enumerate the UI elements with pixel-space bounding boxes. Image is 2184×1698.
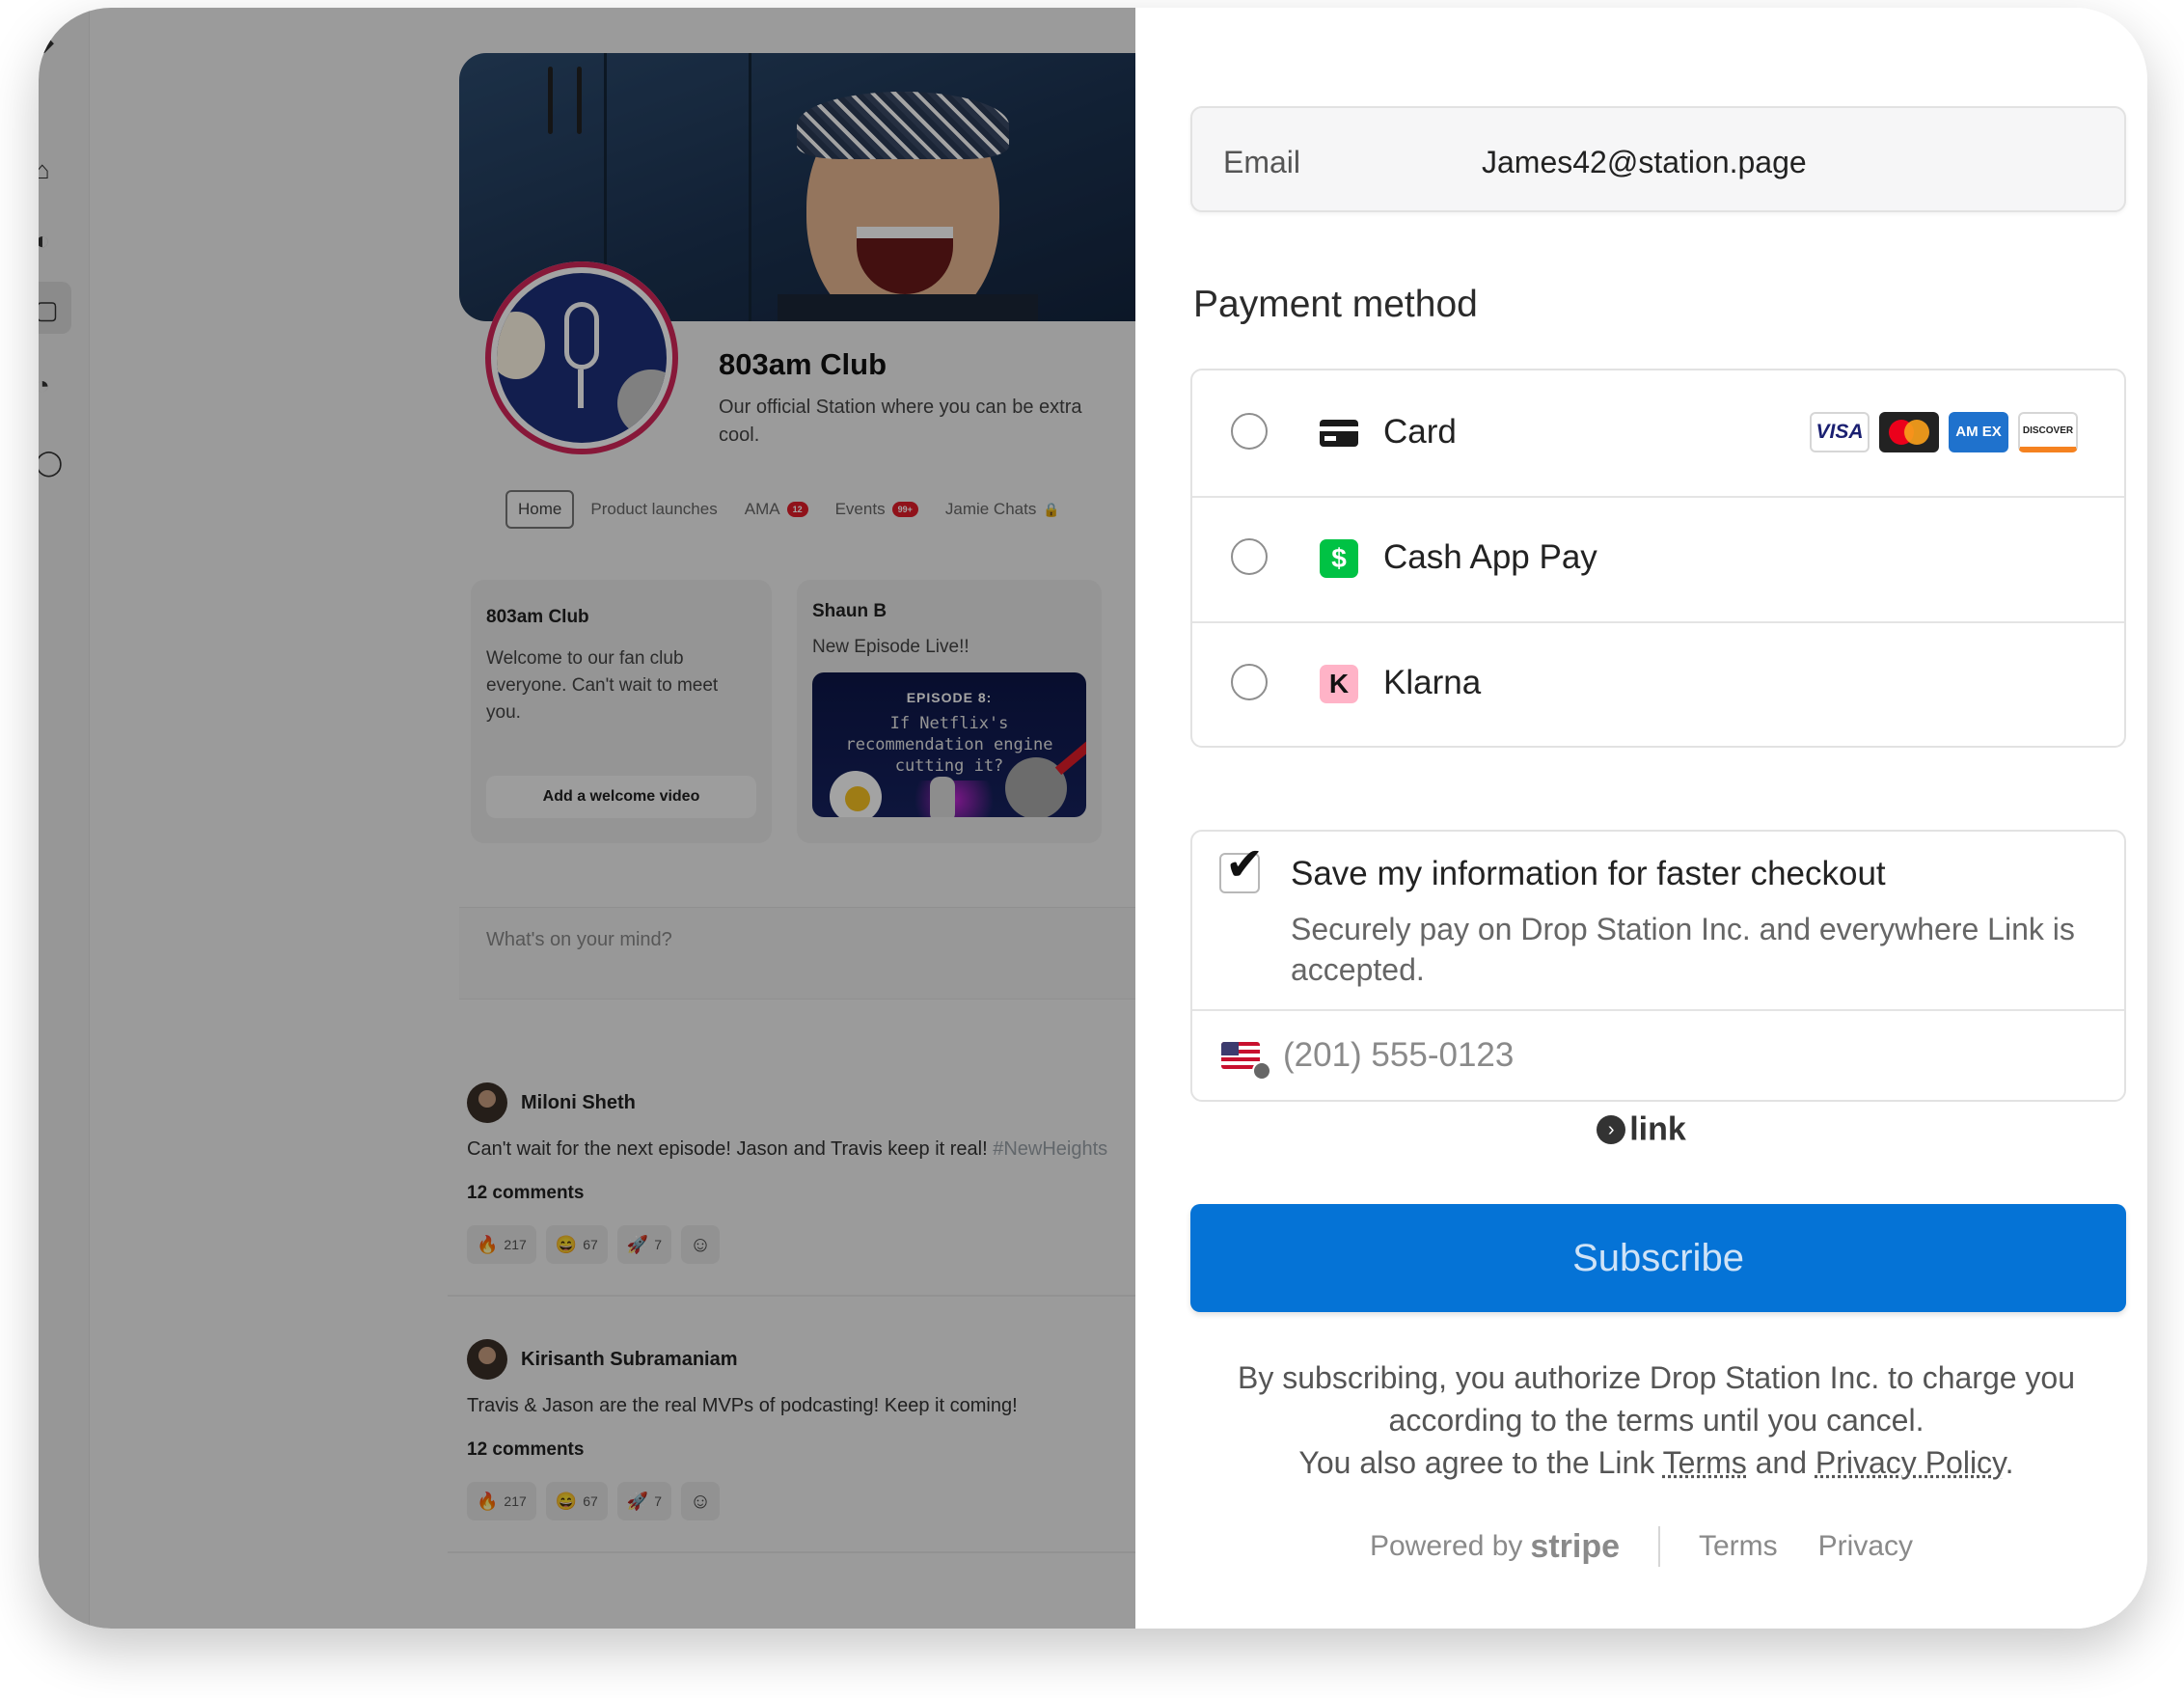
- payment-option-label: Card: [1383, 413, 1457, 451]
- email-label: Email: [1223, 145, 1301, 179]
- payment-method-list: Card VISA AM EX DISCOVER $ Cash App Pay …: [1190, 369, 2126, 748]
- payment-option-cash-app-pay[interactable]: $ Cash App Pay: [1192, 496, 2124, 623]
- cash-app-radio[interactable]: [1231, 538, 1268, 575]
- checkmark-icon: ✔: [1225, 837, 1265, 891]
- mastercard-logo-icon: [1879, 412, 1939, 452]
- checkout-footer: Powered by stripe Terms Privacy: [1135, 1526, 2147, 1567]
- link-logo: › link: [1135, 1109, 2147, 1149]
- klarna-radio[interactable]: [1231, 664, 1268, 700]
- footer-terms-link[interactable]: Terms: [1699, 1530, 1778, 1563]
- amex-logo-icon: AM EX: [1949, 412, 2008, 452]
- chevron-down-icon[interactable]: [1252, 1061, 1271, 1081]
- phone-placeholder: (201) 555-0123: [1283, 1036, 1515, 1074]
- phone-input[interactable]: (201) 555-0123: [1192, 1009, 2124, 1104]
- modal-overlay[interactable]: [39, 8, 1135, 1629]
- card-brands: VISA AM EX DISCOVER: [1810, 412, 2078, 452]
- discover-logo-icon: DISCOVER: [2018, 412, 2078, 452]
- legal-text: By subscribing, you authorize Drop Stati…: [1237, 1360, 2076, 1480]
- card-radio[interactable]: [1231, 413, 1268, 450]
- device-frame: ◆ ⌂ ◐ ▢ ◔ ◯ 803am Club Our official Stat…: [39, 8, 2147, 1629]
- email-value: James42@station.page: [1482, 145, 1807, 179]
- save-info-panel: ✔ Save my information for faster checkou…: [1190, 830, 2126, 1102]
- subscribe-button[interactable]: Subscribe: [1190, 1204, 2126, 1312]
- email-field[interactable]: Email James42@station.page: [1190, 106, 2126, 212]
- powered-by-stripe[interactable]: Powered by stripe: [1370, 1528, 1620, 1566]
- link-label: link: [1629, 1110, 1686, 1148]
- footer-privacy-link[interactable]: Privacy: [1818, 1530, 1913, 1563]
- link-arrow-icon: ›: [1597, 1115, 1626, 1145]
- payment-method-title: Payment method: [1193, 284, 1478, 325]
- link-terms-link[interactable]: Terms: [1663, 1445, 1747, 1480]
- footer-divider: [1658, 1526, 1660, 1567]
- cash-app-icon: $: [1320, 539, 1358, 578]
- payment-option-card[interactable]: Card VISA AM EX DISCOVER: [1192, 370, 2124, 498]
- klarna-icon: K: [1320, 665, 1358, 703]
- visa-logo-icon: VISA: [1810, 412, 1870, 452]
- save-info-title: Save my information for faster checkout: [1291, 855, 1886, 892]
- payment-option-label: Cash App Pay: [1383, 538, 1597, 576]
- credit-card-icon: [1320, 414, 1358, 452]
- stripe-logo-icon: stripe: [1530, 1527, 1620, 1565]
- save-info-description: Securely pay on Drop Station Inc. and ev…: [1291, 912, 2075, 987]
- payment-option-klarna[interactable]: K Klarna: [1192, 621, 2124, 746]
- checkout-panel: Email James42@station.page Payment metho…: [1135, 8, 2147, 1629]
- link-privacy-policy-link[interactable]: Privacy Policy: [1815, 1445, 2006, 1480]
- community-app: ◆ ⌂ ◐ ▢ ◔ ◯ 803am Club Our official Stat…: [39, 8, 1135, 1629]
- payment-option-label: Klarna: [1383, 664, 1482, 701]
